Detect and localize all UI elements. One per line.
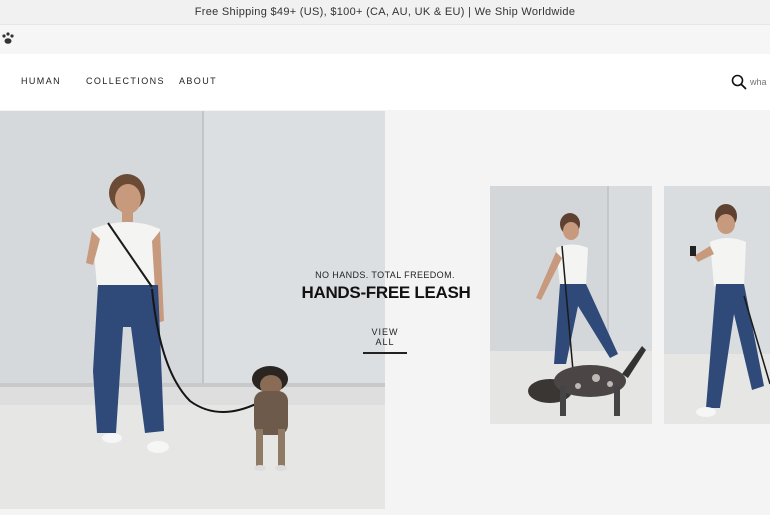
nav-item-about[interactable]: ABOUT (179, 76, 217, 86)
view-all-link[interactable]: VIEW ALL (363, 327, 407, 354)
hero-headline: HANDS-FREE LEASH (301, 283, 471, 302)
paw-logo-icon[interactable] (0, 30, 18, 48)
announcement-bar: Free Shipping $49+ (US), $100+ (CA, AU, … (0, 0, 770, 24)
product-image-phone[interactable] (664, 186, 770, 424)
nav-item-collections[interactable]: COLLECTIONS (86, 76, 165, 86)
hero-main-image[interactable] (0, 111, 385, 509)
product-image-walking[interactable] (490, 186, 652, 424)
announcement-text: Free Shipping $49+ (US), $100+ (CA, AU, … (194, 6, 576, 18)
search-input[interactable] (750, 72, 770, 92)
search-icon[interactable] (731, 74, 747, 90)
main-nav: HUMAN COLLECTIONS ABOUT (0, 54, 770, 110)
logo-strip (0, 24, 770, 55)
nav-item-human[interactable]: HUMAN (21, 76, 61, 86)
hero-tagline: NO HANDS. TOTAL FREEDOM. (315, 270, 455, 280)
hero-banner: NO HANDS. TOTAL FREEDOM. HANDS-FREE LEAS… (0, 111, 770, 515)
